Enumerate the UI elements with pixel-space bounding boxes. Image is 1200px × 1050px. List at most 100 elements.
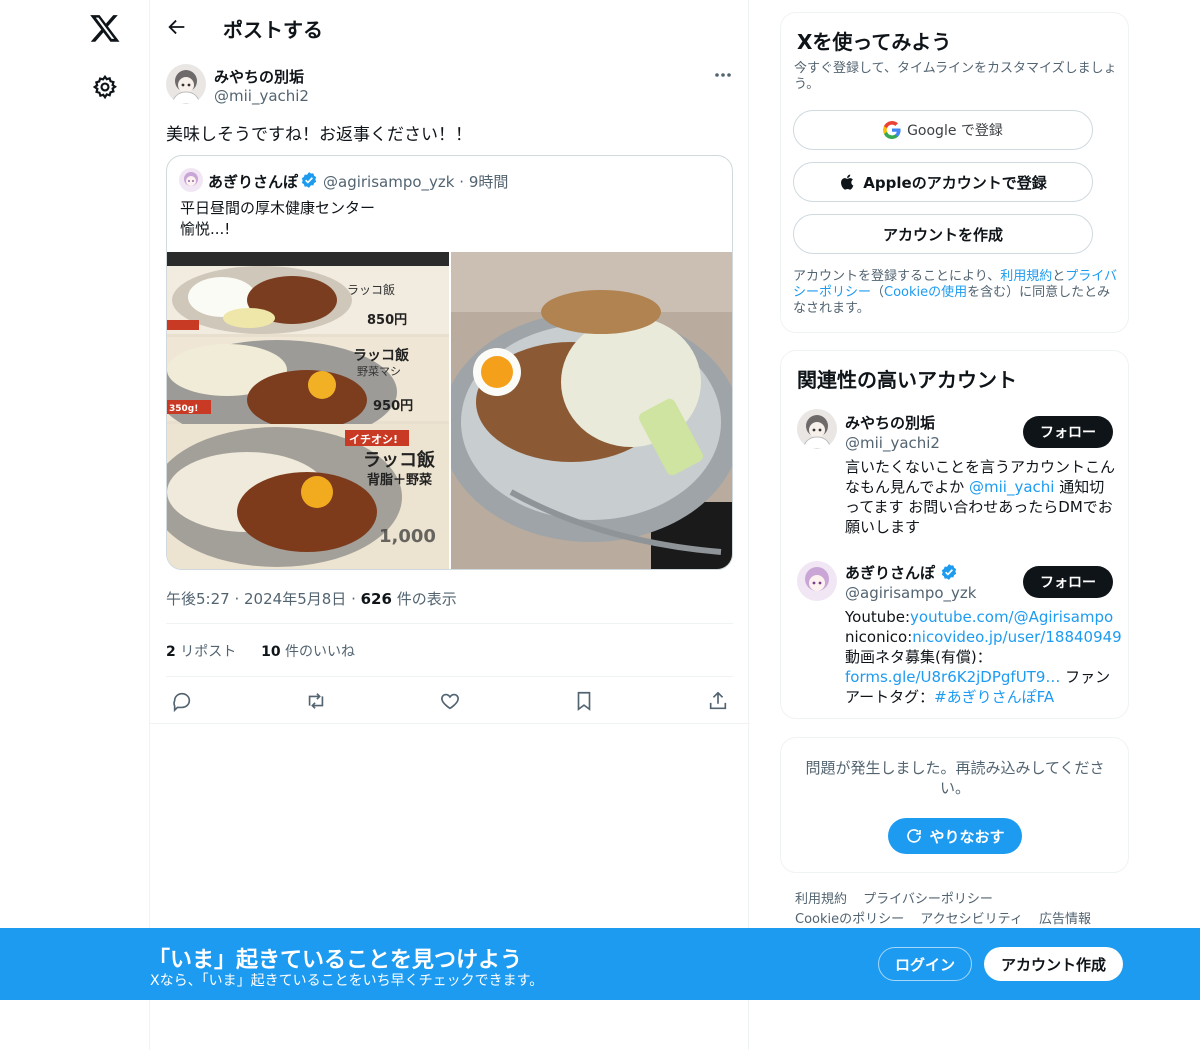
- footer-link-terms[interactable]: 利用規約: [795, 892, 847, 907]
- menu-sub-3: 背脂＋野菜: [367, 472, 432, 488]
- apple-signup-label: Appleのアカウントで登録: [863, 173, 1047, 192]
- reply-icon[interactable]: [171, 690, 193, 712]
- related-accounts-box: 関連性の高いアカウント みやちの別垢 @mii_yachi2 フォロー 言いたく…: [780, 350, 1129, 719]
- signup-subtitle: 今すぐ登録して、タイムラインをカスタマイズしましょう。: [794, 61, 1117, 92]
- login-button[interactable]: ログイン: [878, 947, 972, 981]
- share-icon[interactable]: [707, 690, 729, 712]
- hashtag-link[interactable]: #あぎりさんぽFA: [934, 688, 1054, 706]
- menu-price-2: 950円: [373, 399, 413, 414]
- likes-label: 件のいいね: [285, 644, 356, 660]
- menu-name-2: ラッコ飯: [353, 347, 410, 364]
- likes-stat[interactable]: 10 件のいいね: [261, 644, 355, 660]
- separator-dot: ·: [459, 173, 469, 191]
- quote-text-line-2: 愉悦...!: [180, 220, 231, 238]
- related-account-1-handle[interactable]: @mii_yachi2: [845, 434, 940, 452]
- tweet-time[interactable]: 午後5:27: [166, 590, 230, 608]
- create-account-label: アカウントを作成: [882, 225, 1003, 244]
- page-title: ポストする: [223, 18, 323, 42]
- quote-handle-text: @agirisampo_yzk: [323, 173, 455, 191]
- quote-author-handle[interactable]: @agirisampo_yzk · 9時間: [323, 171, 508, 192]
- meta-separator: ·: [351, 590, 361, 608]
- divider: [166, 676, 733, 677]
- meta-separator: ·: [234, 590, 245, 608]
- bio-text: 動画ネタ募集(有償)：: [845, 648, 992, 666]
- youtube-link[interactable]: youtube.com/@Agirisampo: [910, 608, 1113, 626]
- bio-mention-link[interactable]: @mii_yachi: [969, 478, 1054, 496]
- related-account-2-avatar[interactable]: [797, 561, 837, 601]
- legal-text-1: アカウントを登録することにより、: [793, 269, 1001, 284]
- niconico-link[interactable]: nicovideo.jp/user/18840949: [912, 628, 1121, 646]
- related-account-2-name[interactable]: あぎりさんぽ: [845, 562, 958, 583]
- main-column: ポストする みやちの別垢 @mii_yachi2 美味しそうですね！お返事くださ…: [149, 0, 750, 1050]
- likes-count: 10: [261, 644, 281, 660]
- footer-link-ads[interactable]: 広告情報: [1039, 912, 1091, 927]
- post-header: ポストする: [150, 0, 750, 53]
- repost-icon[interactable]: [305, 690, 327, 712]
- signup-box: Xを使ってみよう 今すぐ登録して、タイムラインをカスタマイズしましょう。 Goo…: [780, 12, 1129, 333]
- apple-signup-button[interactable]: Appleのアカウントで登録: [793, 162, 1093, 202]
- quote-age: 9時間: [468, 173, 509, 191]
- error-box: 問題が発生しました。再読み込みしてください。 やりなおす: [780, 737, 1129, 873]
- follow-button[interactable]: フォロー: [1023, 416, 1113, 448]
- retry-button[interactable]: やりなおす: [888, 818, 1022, 854]
- divider: [150, 723, 750, 724]
- more-options-icon[interactable]: [710, 65, 736, 85]
- related-account-1-name[interactable]: みやちの別垢: [845, 412, 935, 433]
- related-accounts-title: 関連性の高いアカウント: [797, 368, 1017, 392]
- divider: [166, 623, 733, 624]
- views-count: 626: [360, 590, 392, 608]
- banner-subtitle: Xなら、「いま」起きていることをいち早くチェックできます。: [150, 973, 544, 989]
- footer-links: 利用規約 プライバシーポリシー Cookieのポリシー アクセシビリティ 広告情…: [795, 890, 1115, 930]
- bookmark-icon[interactable]: [573, 690, 595, 712]
- refresh-icon: [907, 829, 922, 843]
- quote-photo-dish[interactable]: [451, 252, 732, 569]
- reposts-stat[interactable]: 2 リポスト: [166, 644, 241, 660]
- menu-price-1: 850円: [367, 313, 407, 328]
- menu-tag-3: イチオシ!: [349, 433, 398, 446]
- menu-weight: 350g!: [169, 404, 198, 414]
- x-logo-icon[interactable]: [89, 12, 121, 44]
- verified-badge-icon: [942, 564, 957, 580]
- signup-legal-text: アカウントを登録することにより、利用規約とプライバシーポリシー（Cookieの使…: [793, 269, 1123, 317]
- related-account-1-avatar[interactable]: [797, 409, 837, 449]
- cookie-use-link[interactable]: Cookieの使用: [884, 285, 967, 300]
- author-name[interactable]: みやちの別垢: [214, 66, 304, 87]
- footer-link-cookie[interactable]: Cookieのポリシー: [795, 912, 904, 927]
- create-account-button[interactable]: アカウントを作成: [793, 214, 1093, 254]
- tweet-date[interactable]: 2024年5月8日: [244, 590, 346, 608]
- related-account-2-handle[interactable]: @agirisampo_yzk: [845, 584, 976, 602]
- back-arrow-icon[interactable]: [166, 16, 188, 38]
- quoted-tweet-card[interactable]: あぎりさんぽ @agirisampo_yzk · 9時間 平日昼間の厚木健康セン…: [166, 155, 733, 570]
- author-handle[interactable]: @mii_yachi2: [214, 87, 309, 105]
- quote-author-name[interactable]: あぎりさんぽ: [208, 171, 298, 192]
- quote-text-line-1: 平日昼間の厚木健康センター: [180, 199, 376, 217]
- signup-title: Xを使ってみよう: [797, 30, 952, 54]
- retry-label: やりなおす: [929, 827, 1005, 846]
- forms-link[interactable]: forms.gle/U8r6K2jDPgfUT9…: [845, 668, 1060, 686]
- signup-button[interactable]: アカウント作成: [984, 947, 1123, 981]
- google-logo-icon: [883, 121, 901, 139]
- left-nav: [0, 0, 150, 1050]
- reposts-count: 2: [166, 644, 176, 660]
- menu-sub-2: 野菜マシ: [357, 365, 401, 378]
- login-banner: 「いま」起きていることを見つけよう Xなら、「いま」起きていることをいち早くチェ…: [0, 928, 1200, 1000]
- error-message: 問題が発生しました。再読み込みしてください。: [805, 759, 1105, 797]
- verified-badge-icon: [301, 172, 317, 188]
- tweet-meta: 午後5:27 · 2024年5月8日 · 626 件の表示: [166, 588, 457, 609]
- related-account-2-bio: Youtube:youtube.com/@Agirisampo niconico…: [845, 607, 1122, 707]
- quote-author-avatar[interactable]: [179, 168, 203, 192]
- footer-link-accessibility[interactable]: アクセシビリティ: [920, 912, 1023, 927]
- svg-text:ラッコ飯: ラッコ飯: [347, 282, 395, 297]
- google-signup-label: Google で登録: [907, 123, 1003, 139]
- related-account-2-name-text: あぎりさんぽ: [845, 564, 936, 582]
- footer-link-privacy[interactable]: プライバシーポリシー: [863, 892, 993, 907]
- terms-link[interactable]: 利用規約: [1000, 269, 1052, 284]
- google-signup-button[interactable]: Google で登録: [793, 110, 1093, 150]
- quote-photo-menu[interactable]: ラッコ飯 850円 ラッコ飯 野菜マシ 950円 350g! イチオシ! ラッコ…: [167, 252, 449, 569]
- legal-and: と: [1052, 269, 1066, 284]
- settings-gear-icon[interactable]: [92, 74, 118, 100]
- author-avatar[interactable]: [166, 64, 206, 104]
- like-heart-icon[interactable]: [439, 690, 461, 712]
- related-account-1-bio: 言いたくないことを言うアカウントこんなもん見んでよか @mii_yachi 通知…: [845, 457, 1115, 537]
- follow-button[interactable]: フォロー: [1023, 566, 1113, 598]
